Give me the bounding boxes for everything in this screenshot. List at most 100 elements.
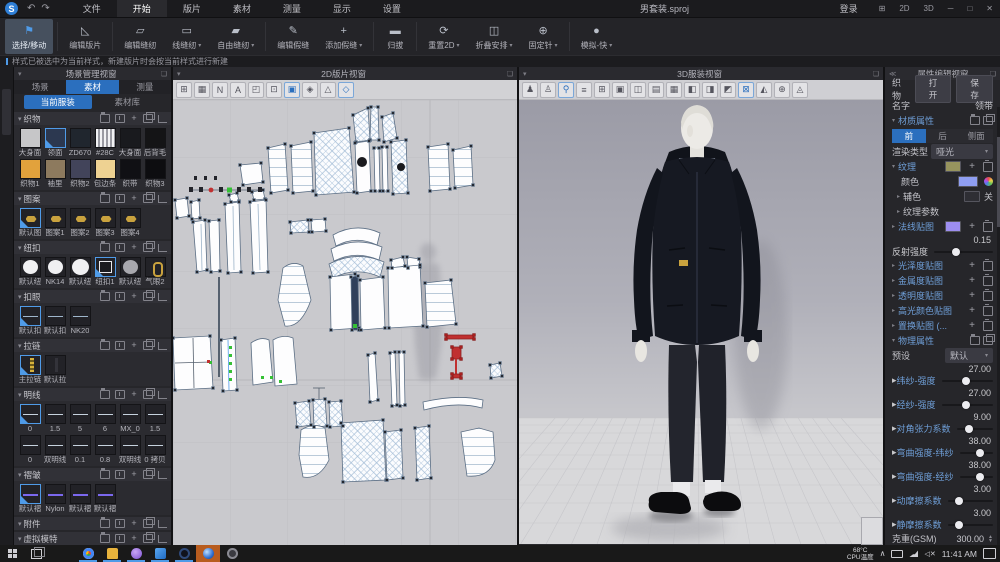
collapse-icon[interactable]: ▾	[18, 115, 22, 123]
slider-track[interactable]	[957, 428, 993, 430]
show-seams-icon[interactable]: ◫	[630, 82, 646, 98]
ribbon-button-edit-sew[interactable]: ▱编辑缝纫	[117, 19, 163, 54]
color-thumbnail[interactable]	[20, 159, 41, 179]
float-panel-icon[interactable]: ❏	[507, 70, 513, 78]
collapse-icon[interactable]: ▾	[892, 117, 895, 124]
expand-icon[interactable]	[158, 195, 167, 203]
sidebar-tab-测量[interactable]: 测量	[119, 80, 171, 94]
copy-icon[interactable]	[143, 519, 153, 528]
slider-track[interactable]	[948, 524, 993, 526]
material-item[interactable]: 0 拷贝	[143, 435, 167, 465]
delete-icon[interactable]	[983, 291, 993, 301]
material-item[interactable]: 默认纽	[18, 257, 42, 287]
import-icon[interactable]	[115, 534, 125, 543]
material-item[interactable]: 织物1	[18, 159, 42, 189]
expand-icon[interactable]	[158, 342, 167, 350]
start-button[interactable]	[0, 545, 24, 562]
stripes-thumbnail[interactable]	[95, 128, 116, 148]
face-tab-后[interactable]: 后	[926, 129, 960, 143]
crest-thumbnail[interactable]	[95, 208, 116, 228]
undo-icon[interactable]: ↶	[27, 3, 35, 14]
collapse-icon[interactable]: ▾	[177, 70, 181, 78]
material-item[interactable]: 包边条	[93, 159, 117, 189]
crest-thumbnail[interactable]	[20, 208, 41, 228]
network-icon[interactable]	[909, 550, 918, 557]
collapse-icon[interactable]: ▾	[18, 70, 22, 78]
notification-icon[interactable]	[983, 548, 996, 559]
add-icon[interactable]: +	[967, 277, 977, 285]
add-icon[interactable]: +	[967, 307, 977, 315]
color-thumbnail[interactable]	[145, 128, 166, 148]
pattern-canvas-2d[interactable]	[173, 100, 517, 545]
chevron-down-icon[interactable]: ▾	[510, 42, 513, 49]
color-swatch[interactable]	[958, 176, 978, 187]
save-physical-icon[interactable]	[983, 336, 993, 345]
expand-icon[interactable]: ▸	[892, 277, 895, 284]
copy-icon[interactable]	[143, 243, 153, 252]
face-tab-前[interactable]: 前	[892, 129, 926, 143]
delete-icon[interactable]	[983, 276, 993, 286]
section-header-纽扣[interactable]: ▾纽扣+	[14, 241, 171, 254]
minimize-icon[interactable]: ─	[941, 0, 961, 17]
mesh-view-icon[interactable]: ◨	[702, 82, 718, 98]
add-icon[interactable]: +	[130, 391, 138, 398]
map-label[interactable]: 透明度贴图	[898, 289, 943, 302]
stitch-thumbnail[interactable]	[70, 435, 91, 455]
material-item[interactable]: 织带	[118, 159, 142, 189]
menu-item-开始[interactable]: 开始	[117, 0, 167, 17]
material-item[interactable]: 默认褶	[68, 484, 92, 514]
material-item[interactable]: 0	[18, 404, 42, 434]
material-item[interactable]: 1.5	[43, 404, 67, 434]
box-select-icon[interactable]: ⊞	[176, 82, 192, 98]
normal-map-swatch[interactable]	[945, 221, 961, 232]
ribbon-button-select-move[interactable]: ⚑选择/移动	[5, 19, 53, 54]
physical-section-header[interactable]: 物理属性	[898, 334, 934, 347]
material-item[interactable]: 默认褶	[93, 484, 117, 514]
stitch-thumbnail[interactable]	[45, 435, 66, 455]
material-item[interactable]: 织物3	[143, 159, 167, 189]
add-icon[interactable]: +	[130, 244, 138, 251]
material-item[interactable]: 默认纽	[68, 257, 92, 287]
collapse-icon[interactable]: ▾	[892, 163, 895, 170]
color-picker-icon[interactable]	[984, 177, 993, 186]
copy-icon[interactable]	[143, 292, 153, 301]
color-thumbnail[interactable]	[45, 128, 66, 148]
add-icon[interactable]: +	[130, 342, 138, 349]
chevron-down-icon[interactable]: ▾	[555, 42, 558, 49]
material-item[interactable]: 默认图	[18, 208, 42, 238]
show-avatar-icon[interactable]: ♟	[522, 82, 538, 98]
select-mesh-icon[interactable]: ⊕	[774, 82, 790, 98]
add-icon[interactable]: +	[130, 471, 138, 478]
map-label[interactable]: 光泽度贴图	[898, 259, 943, 272]
chevron-down-icon[interactable]: ▾	[198, 42, 201, 49]
add-icon[interactable]: +	[130, 293, 138, 300]
slider-track[interactable]	[942, 404, 993, 406]
material-item[interactable]: 气眼2	[143, 257, 167, 287]
map-label[interactable]: 金属度贴图	[898, 274, 943, 287]
taskbar-app-gear[interactable]	[220, 545, 244, 562]
stitch-thumbnail[interactable]	[145, 435, 166, 455]
material-item[interactable]: 袖里	[43, 159, 67, 189]
expand-icon[interactable]: ▸	[892, 223, 895, 230]
buttonhole-thumbnail[interactable]	[20, 306, 41, 326]
add-icon[interactable]: +	[130, 520, 138, 527]
copy-icon[interactable]	[143, 390, 153, 399]
folder-icon[interactable]	[100, 341, 110, 350]
material-item[interactable]: 图案2	[68, 208, 92, 238]
stitch-thumbnail[interactable]	[95, 435, 116, 455]
ribbon-button-edit-pattern[interactable]: ◺编辑版片	[62, 19, 108, 54]
text-tool-icon[interactable]: A	[230, 82, 246, 98]
add-icon[interactable]: +	[967, 292, 977, 300]
delete-icon[interactable]	[983, 321, 993, 331]
add-icon[interactable]: +	[130, 115, 138, 122]
stitch-thumbnail[interactable]	[45, 404, 66, 424]
show-garment-icon[interactable]: ▣	[284, 82, 300, 98]
color-thumbnail[interactable]	[145, 159, 166, 179]
stitch-thumbnail[interactable]	[145, 404, 166, 424]
collapse-icon[interactable]: ▾	[892, 337, 895, 344]
button-white-thumbnail[interactable]	[20, 257, 41, 277]
show-grid-icon[interactable]: ⊞	[594, 82, 610, 98]
import-icon[interactable]	[115, 243, 125, 252]
section-header-拉链[interactable]: ▾拉链+	[14, 339, 171, 352]
material-item[interactable]: 5	[68, 404, 92, 434]
